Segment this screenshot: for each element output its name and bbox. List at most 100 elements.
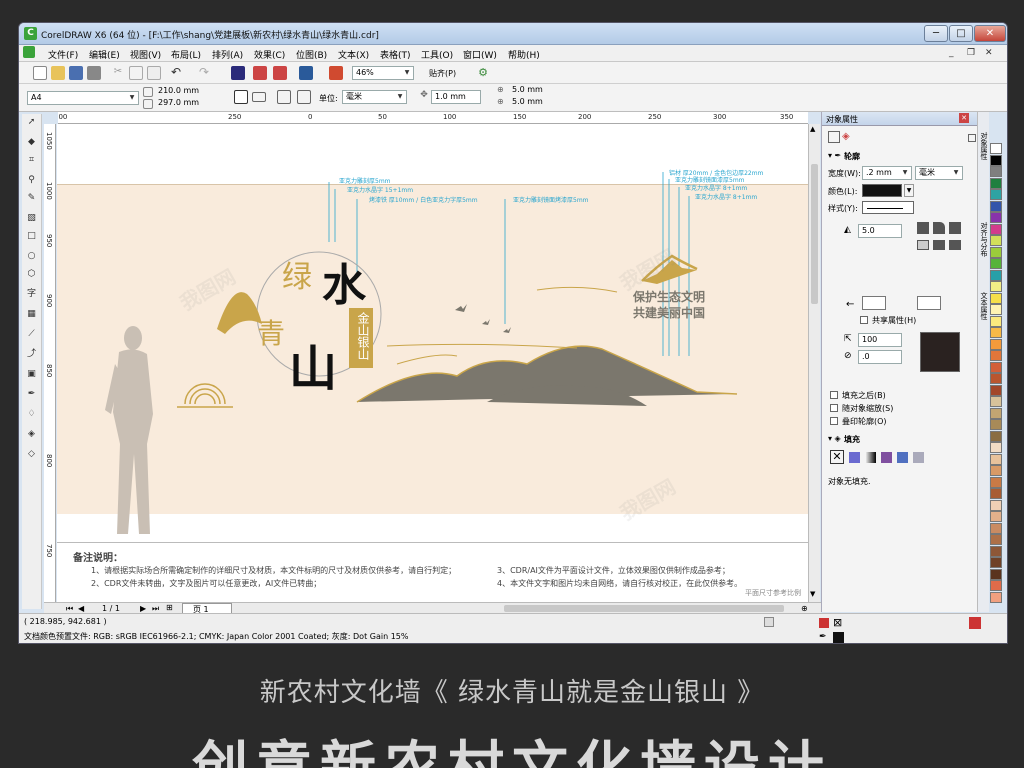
- fill-tab-icon[interactable]: ◈: [842, 131, 850, 142]
- palette-swatch[interactable]: [990, 361, 1002, 373]
- uniform-fill-icon[interactable]: [849, 452, 860, 463]
- rectangle-tool-icon[interactable]: □: [25, 230, 38, 243]
- end-arrow-select[interactable]: [917, 296, 941, 310]
- palette-swatch[interactable]: [990, 200, 1002, 212]
- vertical-ruler[interactable]: 1050 1000 950 900 850 800 750: [44, 124, 56, 604]
- new-icon[interactable]: [33, 66, 47, 80]
- interactive-fill-icon[interactable]: ◇: [25, 448, 38, 461]
- doc-minimize-icon[interactable]: _: [949, 48, 954, 58]
- doc-close-icon[interactable]: ✕: [985, 48, 993, 58]
- texture-fill-icon[interactable]: [897, 452, 908, 463]
- palette-swatch[interactable]: [990, 476, 1002, 488]
- docker-close-icon[interactable]: ✕: [959, 113, 969, 123]
- polygon-tool-icon[interactable]: ⬡: [25, 268, 38, 281]
- application-launcher-icon[interactable]: [299, 66, 313, 80]
- start-arrow-select[interactable]: [862, 296, 886, 310]
- text-tool-icon[interactable]: 字: [25, 288, 38, 301]
- palette-swatch[interactable]: [990, 430, 1002, 442]
- page-size-select[interactable]: A4 ▼: [27, 91, 139, 105]
- eyedropper-tool-icon[interactable]: ✒: [25, 388, 38, 401]
- palette-swatch[interactable]: [990, 189, 1002, 200]
- corner-round-icon[interactable]: [933, 222, 945, 234]
- add-page-icon[interactable]: ⊞: [166, 603, 173, 612]
- palette-swatch[interactable]: [990, 143, 1002, 154]
- menu-file[interactable]: 文件(F): [48, 48, 78, 61]
- overprint-checkbox[interactable]: [830, 417, 838, 425]
- menu-effects[interactable]: 效果(C): [254, 48, 285, 61]
- corner-miter-icon[interactable]: [917, 222, 929, 234]
- fill-tool-icon[interactable]: ◈: [25, 428, 38, 441]
- palette-swatch[interactable]: [990, 384, 1002, 396]
- miter-limit-field[interactable]: 5.0: [858, 224, 902, 238]
- angle-field[interactable]: .0: [858, 350, 902, 364]
- palette-swatch[interactable]: [990, 465, 1002, 476]
- palette-swatch[interactable]: [990, 419, 1002, 430]
- share-attr-checkbox[interactable]: [860, 316, 868, 324]
- outline-width-select[interactable]: .2 mm ▼: [862, 166, 912, 180]
- menu-window[interactable]: 窗口(W): [463, 48, 497, 61]
- palette-swatch[interactable]: [990, 281, 1002, 292]
- palette-swatch[interactable]: [990, 269, 1002, 281]
- tab-text-properties[interactable]: 文本属性: [979, 292, 989, 320]
- menu-bitmaps[interactable]: 位图(B): [296, 48, 327, 61]
- palette-swatch[interactable]: [990, 534, 1002, 545]
- scroll-up-icon[interactable]: ▲: [810, 125, 815, 133]
- palette-swatch[interactable]: [990, 292, 1002, 304]
- pick-tool-icon[interactable]: ➚: [25, 116, 38, 129]
- connector-tool-icon[interactable]: ⤴: [25, 348, 38, 361]
- menu-tools[interactable]: 工具(O): [421, 48, 453, 61]
- behind-fill-checkbox[interactable]: [830, 391, 838, 399]
- page-width-field[interactable]: 210.0 mm: [155, 85, 211, 97]
- zoom-tool-icon[interactable]: ⚲: [25, 174, 38, 187]
- palette-swatch[interactable]: [990, 166, 1002, 177]
- palette-swatch[interactable]: [990, 568, 1002, 580]
- palette-swatch[interactable]: [990, 488, 1002, 499]
- units-select[interactable]: 毫米 ▼: [342, 90, 407, 104]
- cut-icon[interactable]: ✂: [111, 66, 125, 80]
- postscript-fill-icon[interactable]: [913, 452, 924, 463]
- dimension-tool-icon[interactable]: ⟋: [25, 328, 38, 341]
- open-icon[interactable]: [51, 66, 65, 80]
- no-fill-button-icon[interactable]: ✕: [830, 450, 844, 464]
- palette-swatch[interactable]: [990, 591, 1002, 603]
- shape-tool-icon[interactable]: ◆: [25, 136, 38, 149]
- snap-to-dropdown[interactable]: 贴齐(P): [429, 68, 456, 79]
- duplicate-x-field[interactable]: 5.0 mm: [509, 84, 559, 96]
- maximize-button[interactable]: □: [949, 25, 973, 42]
- tab-object-properties[interactable]: 对象属性: [979, 132, 989, 160]
- palette-swatch[interactable]: [990, 453, 1002, 465]
- document-icon[interactable]: [23, 46, 35, 58]
- crop-tool-icon[interactable]: ⌗: [25, 154, 38, 167]
- search-content-icon[interactable]: [231, 66, 245, 80]
- docker-options-icon[interactable]: [968, 134, 976, 142]
- menu-text[interactable]: 文本(X): [338, 48, 369, 61]
- palette-swatch[interactable]: [990, 258, 1002, 269]
- doc-restore-icon[interactable]: ❐: [967, 48, 975, 58]
- page-height-field[interactable]: 297.0 mm: [155, 97, 211, 109]
- fountain-fill-icon[interactable]: [865, 452, 876, 463]
- print-icon[interactable]: [87, 66, 101, 80]
- zoom-fit-icon[interactable]: ⊕: [801, 604, 808, 613]
- outline-unit-select[interactable]: 毫米 ▼: [915, 166, 963, 180]
- menu-table[interactable]: 表格(T): [380, 48, 411, 61]
- palette-swatch[interactable]: [990, 545, 1002, 557]
- save-icon[interactable]: [69, 66, 83, 80]
- menu-help[interactable]: 帮助(H): [508, 48, 540, 61]
- palette-swatch[interactable]: [990, 212, 1002, 223]
- duplicate-y-field[interactable]: 5.0 mm: [509, 96, 559, 108]
- menu-view[interactable]: 视图(V): [130, 48, 161, 61]
- fill-section-toggle[interactable]: ▾ ◈: [828, 434, 841, 443]
- outline-color-picker[interactable]: [862, 184, 902, 197]
- outline-tab-icon[interactable]: [828, 131, 840, 143]
- current-page-icon[interactable]: [297, 90, 311, 104]
- palette-swatch[interactable]: [990, 235, 1002, 246]
- export-icon[interactable]: [273, 66, 287, 80]
- import-icon[interactable]: [253, 66, 267, 80]
- scale-with-object-checkbox[interactable]: [830, 404, 838, 412]
- palette-swatch[interactable]: [990, 154, 1002, 166]
- outline-pen-icon[interactable]: ♢: [25, 408, 38, 421]
- blend-tool-icon[interactable]: ▣: [25, 368, 38, 381]
- palette-swatch[interactable]: [990, 246, 1002, 258]
- palette-swatch[interactable]: [990, 304, 1002, 315]
- horizontal-ruler[interactable]: 200 250 0 50 100 150 200 250 300 350: [58, 112, 808, 124]
